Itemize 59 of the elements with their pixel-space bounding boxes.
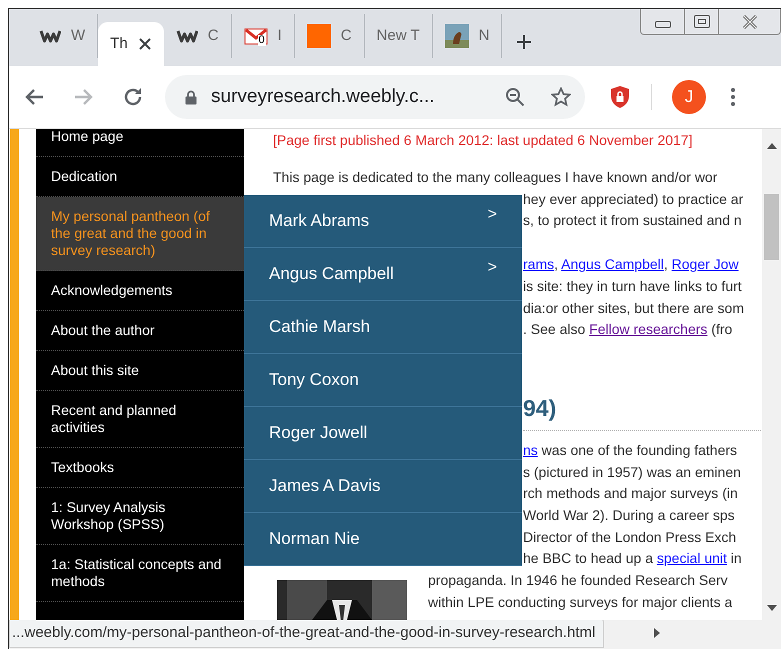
sidebar-item[interactable]: Home page xyxy=(36,129,244,157)
menu-item[interactable]: Mark Abrams > xyxy=(244,195,522,248)
text-line: ns was one of the founding fathers xyxy=(523,440,738,460)
text-link[interactable]: Roger Jow xyxy=(672,256,739,272)
shield-icon[interactable] xyxy=(609,85,631,109)
menu-item[interactable]: Tony Coxon xyxy=(244,354,522,407)
text-line: [Page first published 6 March 2012: last updated 6 November 2017] xyxy=(273,131,692,149)
lock-icon xyxy=(185,90,197,104)
zoom-out-icon[interactable] xyxy=(505,87,525,107)
text-link[interactable]: Fellow researchers xyxy=(589,321,708,338)
text-line: is site: they in turn have links to furt xyxy=(523,276,742,296)
text-line: propaganda. In 1946 he founded Research Serv xyxy=(428,571,728,590)
text-link[interactable]: special unit xyxy=(656,550,727,566)
close-icon[interactable] xyxy=(138,37,152,51)
browser-tab[interactable]: N xyxy=(432,14,502,58)
text-line: s (pictured in 1957) was an eminen xyxy=(523,462,741,482)
weebly-icon xyxy=(176,28,198,44)
image-icon xyxy=(444,24,469,48)
menu-item[interactable]: James A Davis xyxy=(244,460,522,513)
browser-tab[interactable]: C xyxy=(164,14,232,58)
tile-icon xyxy=(306,24,331,48)
sidebar-item[interactable]: My personal pantheon (of the great and the good in survey research) xyxy=(36,197,244,271)
scroll-up-icon[interactable] xyxy=(767,143,777,149)
text-line: . See also Fellow researchers (fro xyxy=(523,320,732,340)
submenu-mark: > xyxy=(488,258,497,278)
submenu-mark: > xyxy=(488,205,497,225)
text-line: This page is dedicated to the many colleagues I have known and/or wor xyxy=(273,168,718,187)
text-line: hey ever appreciated) to practice ar xyxy=(523,190,744,209)
text-line: rams, Angus Campbell, Roger Jow xyxy=(523,255,739,274)
text-line: s, to protect it from sustained and n xyxy=(523,211,742,230)
status-url: ...weebly.com/my-personal-pantheon-of-the-great-and-the-good-in-survey-research.html xyxy=(9,618,604,648)
text-link[interactable]: ns xyxy=(523,442,538,458)
browser-tab[interactable]: 0 I xyxy=(232,14,295,58)
text-line: Director of the London Press Exch xyxy=(523,528,736,547)
new-tab-icon[interactable] xyxy=(516,34,532,50)
text-line: World War 2). During a career sps xyxy=(523,506,735,526)
text-link[interactable]: Angus Campbell xyxy=(561,256,664,272)
text-line: within LPE conducting surveys for major clients a xyxy=(428,592,732,612)
scroll-right-icon[interactable] xyxy=(654,628,660,638)
scroll-down-icon[interactable] xyxy=(767,605,777,611)
text-line: dia:or other sites, but there are som xyxy=(523,298,744,318)
browser-tab[interactable]: C xyxy=(294,14,365,58)
star-icon[interactable] xyxy=(551,87,571,107)
menu-item[interactable]: Roger Jowell xyxy=(244,407,522,460)
browser-tab[interactable]: New T xyxy=(364,14,433,58)
menu-icon[interactable] xyxy=(731,88,735,106)
text-line: rch methods and major surveys (in xyxy=(523,484,738,504)
menu-item[interactable]: Norman Nie xyxy=(244,513,522,566)
text-line: 94) xyxy=(523,394,556,423)
text-line: he BBC to head up a special unit in xyxy=(523,549,742,568)
address-text: surveyresearch.weebly.c... xyxy=(211,84,435,109)
address-bar[interactable]: surveyresearch.weebly.c... xyxy=(165,75,585,119)
close-icon xyxy=(740,14,758,28)
browser-tab[interactable]: Th xyxy=(98,22,164,66)
scrollbar-thumb[interactable] xyxy=(764,194,779,260)
menu-item[interactable]: Cathie Marsh xyxy=(244,301,522,354)
menu-item[interactable]: Angus Campbell > xyxy=(244,248,522,301)
text-link[interactable]: rams xyxy=(523,256,554,272)
weebly-icon xyxy=(39,28,61,44)
